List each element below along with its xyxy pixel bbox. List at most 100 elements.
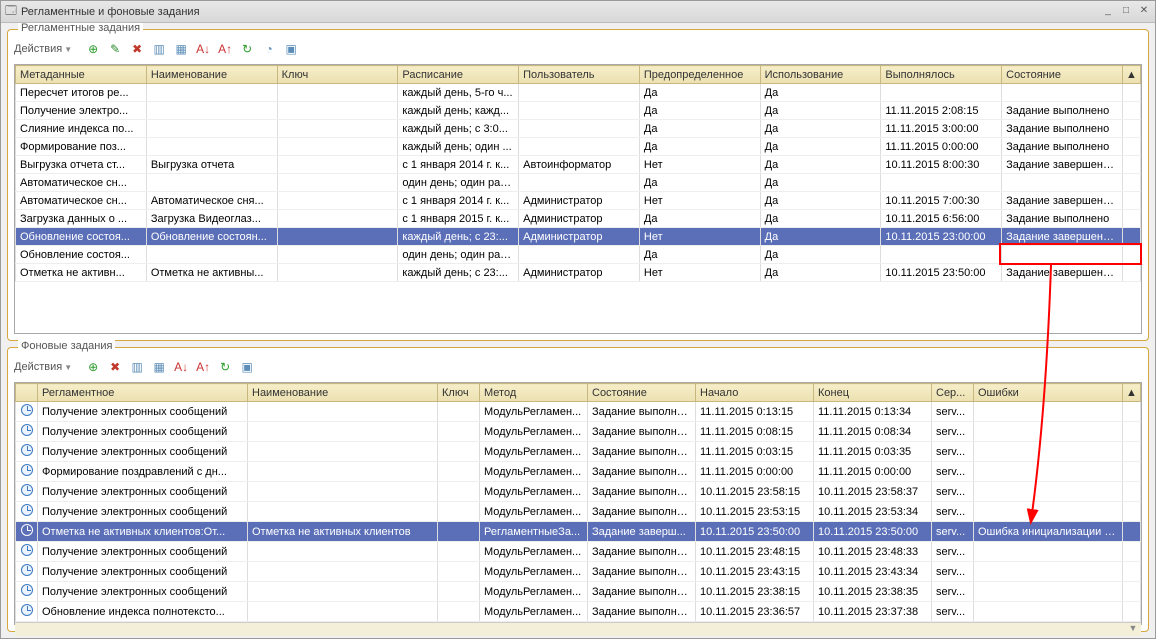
table-cell xyxy=(248,462,438,482)
table-cell: 10.11.2015 23:58:15 xyxy=(696,482,814,502)
delete-icon[interactable]: ✖ xyxy=(106,358,124,376)
column-header[interactable]: Сер... xyxy=(932,384,974,402)
column-header[interactable]: Расписание xyxy=(398,66,519,84)
column-header[interactable]: Состояние xyxy=(1002,66,1123,84)
column-header[interactable]: Использование xyxy=(760,66,881,84)
table-row[interactable]: Обновление состоя...Обновление состоян..… xyxy=(16,228,1141,246)
schedule-icon[interactable]: ◔ xyxy=(260,40,278,58)
clock-icon xyxy=(16,442,38,462)
table-row[interactable]: Отметка не активных клиентов:От...Отметк… xyxy=(16,522,1141,542)
table-cell xyxy=(974,482,1123,502)
filter-clear-icon[interactable]: ▥ xyxy=(150,40,168,58)
maximize-button[interactable]: □ xyxy=(1119,5,1133,19)
refresh-icon[interactable]: ↻ xyxy=(238,40,256,58)
table-cell xyxy=(248,502,438,522)
column-header[interactable]: Наименование xyxy=(146,66,277,84)
table-row[interactable]: Загрузка данных о ...Загрузка Видеоглаз.… xyxy=(16,210,1141,228)
column-header[interactable]: Выполнялось xyxy=(881,66,1002,84)
table-cell: Задание выполнено xyxy=(1002,138,1123,156)
table-row[interactable]: Автоматическое сн...один день; один раз.… xyxy=(16,174,1141,192)
table-cell: Автоматическое сня... xyxy=(146,192,277,210)
table-cell: Получение электронных сообщений xyxy=(38,562,248,582)
scheduled-toolbar: Действия▼ ⊕ ✎ ✖ ▥ ▦ A↓ A↑ ↻ ◔ ▣ xyxy=(14,38,1142,60)
table-row[interactable]: Пересчет итогов ре...каждый день, 5-го ч… xyxy=(16,84,1141,102)
background-jobs-legend: Фоновые задания xyxy=(18,340,115,352)
scheduled-grid[interactable]: МетаданныеНаименованиеКлючРасписаниеПоль… xyxy=(14,64,1142,334)
table-row[interactable]: Выгрузка отчета ст...Выгрузка отчетас 1 … xyxy=(16,156,1141,174)
table-cell: МодульРегламен... xyxy=(480,442,588,462)
table-cell xyxy=(248,542,438,562)
table-cell xyxy=(277,84,398,102)
table-row[interactable]: Формирование поздравлений с дн...МодульР… xyxy=(16,462,1141,482)
column-header[interactable]: Метод xyxy=(480,384,588,402)
table-cell xyxy=(974,542,1123,562)
table-cell: Задание завершено ... xyxy=(1002,192,1123,210)
run-icon[interactable]: ▣ xyxy=(282,40,300,58)
column-header[interactable]: Начало xyxy=(696,384,814,402)
filter-clear-icon[interactable]: ▥ xyxy=(128,358,146,376)
table-cell: Да xyxy=(639,102,760,120)
table-row[interactable]: Обновление индекса полнотексто...МодульР… xyxy=(16,602,1141,622)
run-icon[interactable]: ▣ xyxy=(238,358,256,376)
filter-icon[interactable]: ▦ xyxy=(172,40,190,58)
table-row[interactable]: Получение электронных сообщенийМодульРег… xyxy=(16,542,1141,562)
column-header[interactable] xyxy=(16,384,38,402)
table-cell: serv... xyxy=(932,402,974,422)
scroll-up-icon[interactable]: ▲ xyxy=(1122,66,1140,84)
add-icon[interactable]: ⊕ xyxy=(84,40,102,58)
sort-desc-icon[interactable]: A↑ xyxy=(194,358,212,376)
table-cell: Выгрузка отчета xyxy=(146,156,277,174)
table-cell: serv... xyxy=(932,562,974,582)
sort-asc-icon[interactable]: A↓ xyxy=(172,358,190,376)
table-row[interactable]: Получение электронных сообщенийМодульРег… xyxy=(16,582,1141,602)
table-row[interactable]: Получение электронных сообщенийМодульРег… xyxy=(16,562,1141,582)
column-header[interactable]: Состояние xyxy=(588,384,696,402)
edit-icon[interactable]: ✎ xyxy=(106,40,124,58)
table-row[interactable]: Отметка не активн...Отметка не активны..… xyxy=(16,264,1141,282)
refresh-icon[interactable]: ↻ xyxy=(216,358,234,376)
table-cell xyxy=(277,264,398,282)
app-window: 🗔 Регламентные и фоновые задания _ □ ✕ Р… xyxy=(0,0,1156,639)
clock-icon xyxy=(16,422,38,442)
column-header[interactable]: Метаданные xyxy=(16,66,147,84)
sort-asc-icon[interactable]: A↓ xyxy=(194,40,212,58)
table-row[interactable]: Получение электронных сообщенийМодульРег… xyxy=(16,442,1141,462)
delete-icon[interactable]: ✖ xyxy=(128,40,146,58)
table-cell xyxy=(438,562,480,582)
table-row[interactable]: Получение электронных сообщенийМодульРег… xyxy=(16,502,1141,522)
table-cell: Нет xyxy=(639,264,760,282)
add-icon[interactable]: ⊕ xyxy=(84,358,102,376)
table-cell: Да xyxy=(760,84,881,102)
column-header[interactable]: Ключ xyxy=(438,384,480,402)
background-grid[interactable]: РегламентноеНаименованиеКлючМетодСостоян… xyxy=(14,382,1142,625)
column-header[interactable]: Конец xyxy=(814,384,932,402)
actions-menu-2[interactable]: Действия xyxy=(14,361,62,373)
table-row[interactable]: Получение электро...каждый день; кажд...… xyxy=(16,102,1141,120)
table-row[interactable]: Получение электронных сообщенийМодульРег… xyxy=(16,402,1141,422)
table-row[interactable]: Получение электронных сообщенийМодульРег… xyxy=(16,422,1141,442)
table-cell: 10.11.2015 23:48:15 xyxy=(696,542,814,562)
table-row[interactable]: Автоматическое сн...Автоматическое сня..… xyxy=(16,192,1141,210)
table-row[interactable]: Слияние индекса по...каждый день; с 3:0.… xyxy=(16,120,1141,138)
actions-menu[interactable]: Действия xyxy=(14,43,62,55)
table-cell: Получение электро... xyxy=(16,102,147,120)
column-header[interactable]: Наименование xyxy=(248,384,438,402)
table-row[interactable]: Обновление состоя...один день; один раз.… xyxy=(16,246,1141,264)
column-header[interactable]: Ключ xyxy=(277,66,398,84)
minimize-button[interactable]: _ xyxy=(1101,5,1115,19)
table-cell: 11.11.2015 0:00:00 xyxy=(814,462,932,482)
table-cell: Задание выполне... xyxy=(588,562,696,582)
table-cell xyxy=(277,120,398,138)
close-button[interactable]: ✕ xyxy=(1137,5,1151,19)
scroll-up-icon[interactable]: ▲ xyxy=(1123,384,1141,402)
table-row[interactable]: Формирование поз...каждый день; один ...… xyxy=(16,138,1141,156)
column-header[interactable]: Предопределенное xyxy=(639,66,760,84)
scroll-down-icon[interactable]: ▼ xyxy=(1125,622,1141,636)
table-row[interactable]: Получение электронных сообщенийМодульРег… xyxy=(16,482,1141,502)
table-cell: Задание выполне... xyxy=(588,422,696,442)
column-header[interactable]: Ошибки xyxy=(974,384,1123,402)
column-header[interactable]: Регламентное xyxy=(38,384,248,402)
filter-icon[interactable]: ▦ xyxy=(150,358,168,376)
sort-desc-icon[interactable]: A↑ xyxy=(216,40,234,58)
column-header[interactable]: Пользователь xyxy=(519,66,640,84)
